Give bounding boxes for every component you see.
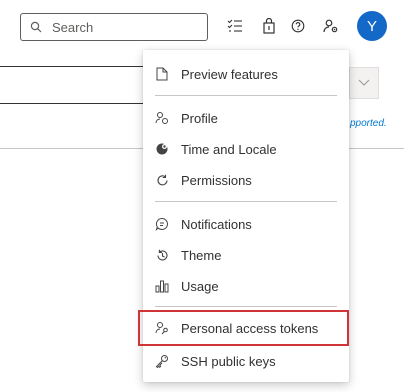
key-person-icon: [155, 321, 169, 335]
background-dropdown[interactable]: [349, 67, 379, 99]
menu-separator: [155, 306, 337, 307]
menu-item-label: Permissions: [181, 172, 252, 188]
document-icon: [155, 67, 169, 81]
menu-item-label: Theme: [181, 247, 222, 263]
menu-separator: [155, 201, 337, 202]
key-icon: [155, 354, 169, 368]
background-note: pported.: [350, 118, 387, 129]
menu-item-notifications[interactable]: Notifications: [143, 209, 349, 239]
chat-bubble-icon: [155, 217, 169, 231]
refresh-icon: [155, 173, 169, 187]
menu-item-label: Profile: [181, 110, 218, 126]
menu-item-label: Preview features: [181, 66, 278, 82]
menu-item-label: Time and Locale: [181, 141, 277, 157]
menu-item-label: Usage: [181, 278, 219, 294]
search-placeholder: Search: [52, 19, 94, 35]
menu-item-label: Personal access tokens: [181, 320, 319, 336]
help-icon[interactable]: [289, 17, 307, 35]
menu-item-label: Notifications: [181, 216, 252, 232]
search-icon: [30, 21, 42, 33]
task-list-icon[interactable]: [226, 17, 244, 35]
marketplace-bag-icon[interactable]: [260, 17, 278, 35]
chevron-down-icon: [358, 74, 370, 92]
bar-chart-icon: [155, 279, 169, 293]
background-divider: [0, 103, 145, 104]
menu-item-label: SSH public keys: [181, 353, 276, 369]
user-menu: Preview features Profile Time and Locale…: [138, 50, 349, 382]
globe-icon: [155, 142, 169, 156]
background-divider: [0, 66, 145, 67]
menu-item-profile[interactable]: Profile: [143, 103, 349, 133]
menu-item-usage[interactable]: Usage: [143, 271, 349, 301]
avatar[interactable]: Y: [357, 11, 387, 41]
history-icon: [155, 248, 169, 262]
menu-item-ssh-public-keys[interactable]: SSH public keys: [143, 346, 349, 376]
user-settings-icon[interactable]: [322, 17, 340, 35]
menu-item-preview-features[interactable]: Preview features: [143, 59, 349, 89]
menu-item-permissions[interactable]: Permissions: [143, 165, 349, 195]
menu-separator: [155, 95, 337, 96]
menu-item-time-and-locale[interactable]: Time and Locale: [143, 134, 349, 164]
search-input[interactable]: Search: [20, 13, 208, 41]
menu-item-theme[interactable]: Theme: [143, 240, 349, 270]
menu-item-personal-access-tokens[interactable]: Personal access tokens: [138, 310, 349, 346]
profile-icon: [155, 111, 169, 125]
